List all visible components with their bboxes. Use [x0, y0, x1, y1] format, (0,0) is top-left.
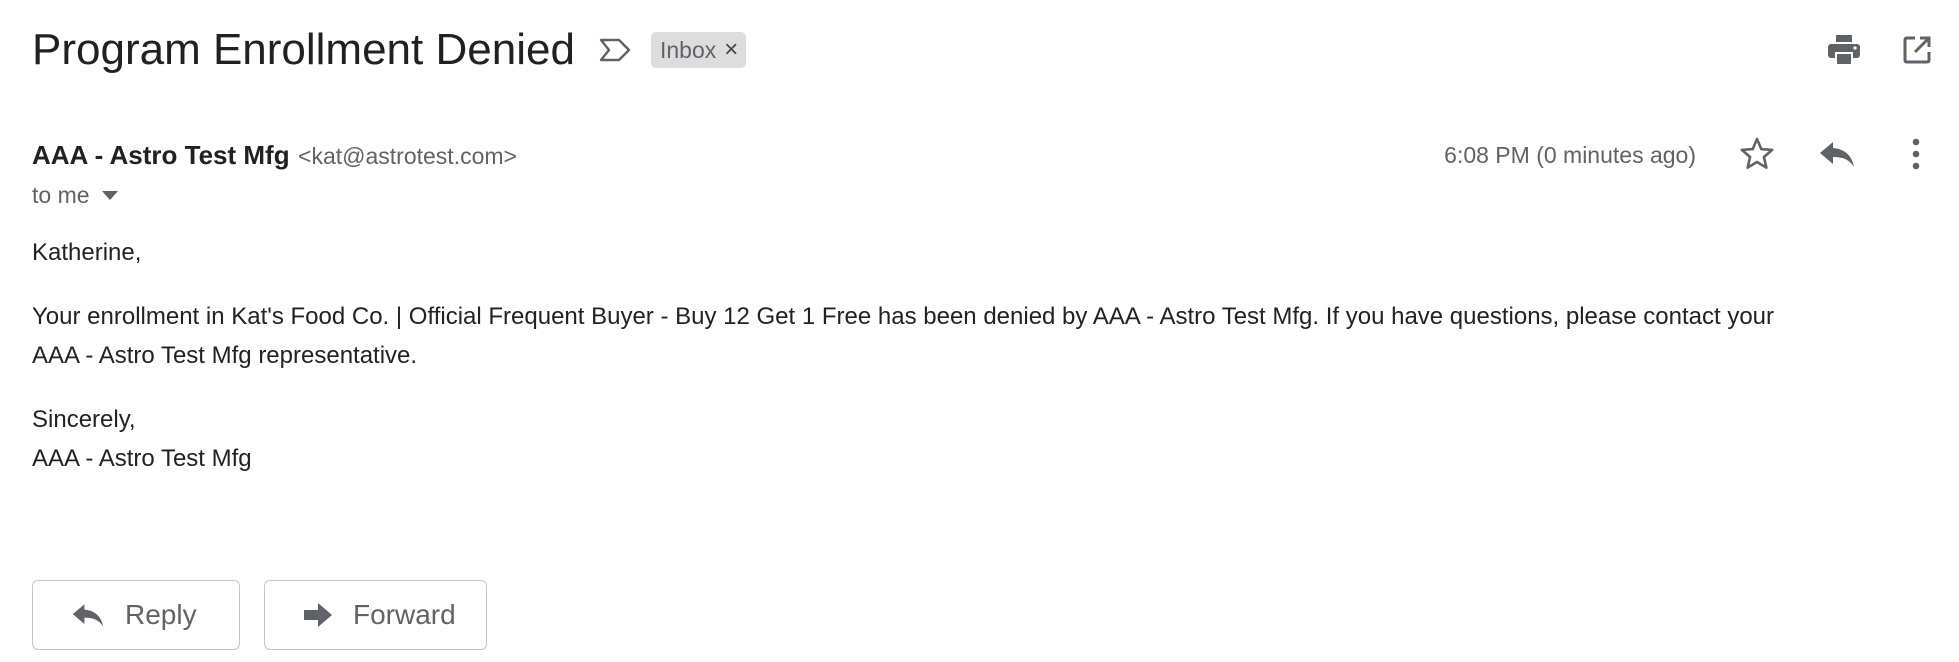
- inbox-label-text: Inbox: [660, 37, 717, 63]
- message-body: Katherine, Your enrollment in Kat's Food…: [32, 233, 1932, 503]
- print-icon[interactable]: [1824, 30, 1864, 70]
- important-marker-icon[interactable]: [598, 33, 632, 67]
- body-paragraph-line-1: Your enrollment in Kat's Food Co. | Offi…: [32, 303, 1775, 330]
- body-signoff: Sincerely, AAA - Astro Test Mfg: [32, 400, 1932, 478]
- star-icon[interactable]: [1735, 132, 1779, 176]
- body-paragraph-line-2: AAA - Astro Test Mfg representative.: [32, 342, 418, 369]
- recipient-label: to me: [32, 182, 90, 208]
- forward-button[interactable]: Forward: [264, 580, 487, 650]
- inbox-label-chip: Inbox ×: [651, 32, 747, 68]
- body-signature: AAA - Astro Test Mfg: [32, 445, 252, 472]
- recipient-details-toggle[interactable]: to me: [32, 180, 118, 210]
- forward-icon: [304, 603, 332, 627]
- sender-line: AAA - Astro Test Mfg <kat@astrotest.com>: [32, 138, 517, 177]
- reply-icon[interactable]: [1815, 132, 1859, 176]
- body-paragraph: Your enrollment in Kat's Food Co. | Offi…: [32, 297, 1932, 375]
- email-subject: Program Enrollment Denied: [32, 25, 575, 74]
- body-greeting: Katherine,: [32, 239, 142, 266]
- sender-email: <kat@astrotest.com>: [298, 143, 517, 169]
- more-vert-icon[interactable]: [1894, 132, 1938, 176]
- open-in-new-window-icon[interactable]: [1897, 30, 1937, 70]
- sender-name[interactable]: AAA - Astro Test Mfg: [32, 140, 290, 170]
- reply-icon: [72, 604, 104, 627]
- chevron-down-icon: [101, 190, 118, 200]
- reply-button-label: Reply: [125, 599, 197, 630]
- body-closing: Sincerely,: [32, 406, 136, 433]
- message-timestamp: 6:08 PM (0 minutes ago): [1444, 142, 1696, 168]
- remove-label-button[interactable]: ×: [724, 32, 738, 68]
- reply-button[interactable]: Reply: [32, 580, 240, 650]
- forward-button-label: Forward: [353, 599, 456, 630]
